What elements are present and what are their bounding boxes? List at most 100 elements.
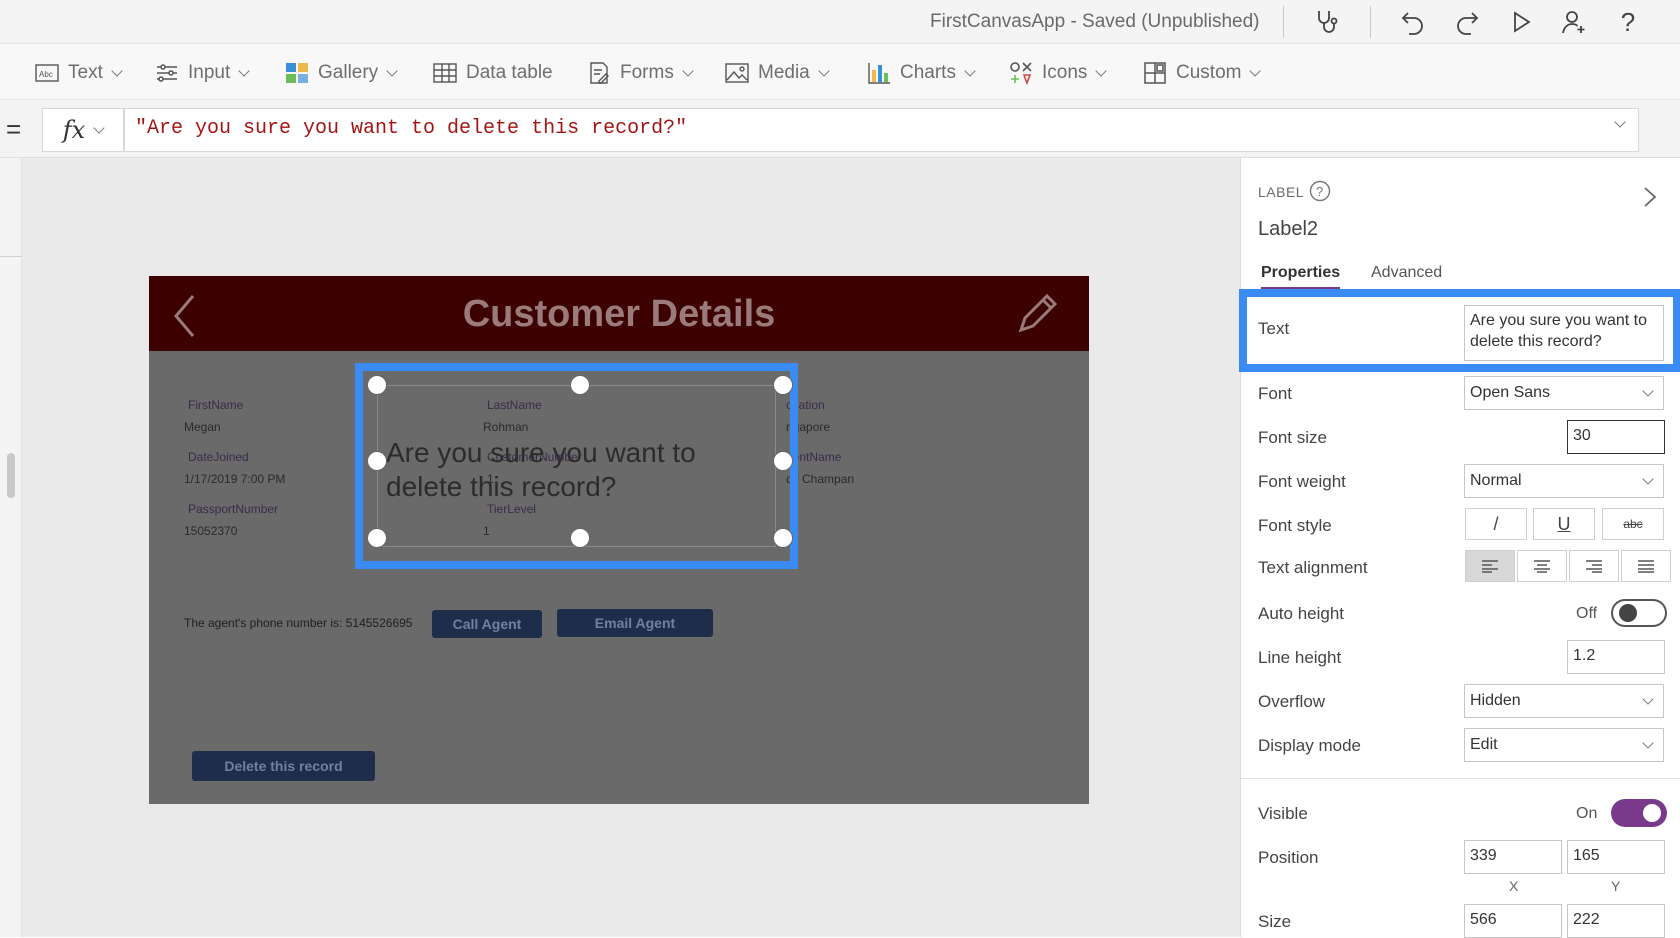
- icons-icon: [1008, 61, 1034, 85]
- display-mode-label: Display mode: [1258, 736, 1361, 755]
- title-separator: [1283, 6, 1284, 38]
- formula-bar: = fx "Are you sure you want to delete th…: [0, 100, 1680, 158]
- font-style-label: Font style: [1258, 516, 1332, 535]
- chevron-down-icon: [1249, 64, 1262, 77]
- position-x-input[interactable]: 339: [1464, 840, 1562, 874]
- toolbar-item-label: Forms: [620, 62, 674, 83]
- font-dropdown[interactable]: Open Sans: [1464, 376, 1664, 410]
- control-name[interactable]: Label2: [1258, 218, 1318, 241]
- toolbar-item-label: Icons: [1042, 62, 1088, 83]
- auto-height-toggle[interactable]: [1611, 599, 1667, 627]
- tab-properties[interactable]: Properties: [1261, 264, 1341, 290]
- resize-handle[interactable]: [367, 528, 387, 548]
- control-type: LABEL: [1258, 184, 1305, 200]
- share-user-icon[interactable]: [1556, 4, 1592, 40]
- formula-input[interactable]: "Are you sure you want to delete this re…: [124, 108, 1639, 152]
- chevron-down-icon: [93, 121, 105, 134]
- align-center-icon: [1534, 560, 1550, 573]
- toolbar-item-label: Text: [68, 62, 103, 83]
- align-right-icon: [1586, 560, 1602, 573]
- overflow-dropdown[interactable]: Hidden: [1464, 684, 1664, 718]
- left-rail: [0, 158, 22, 937]
- font-weight-dropdown[interactable]: Normal: [1464, 464, 1664, 498]
- align-justify-icon: [1638, 560, 1654, 573]
- email-agent-button[interactable]: Email Agent: [557, 609, 713, 637]
- chevron-down-icon: [1642, 384, 1654, 397]
- datejoined-value: 1/17/2019 7:00 PM: [184, 472, 286, 486]
- toolbar-text-button[interactable]: Abc Text: [34, 58, 123, 88]
- size-width-input[interactable]: 566: [1464, 904, 1562, 938]
- chevron-down-icon: [964, 64, 976, 77]
- resize-handle[interactable]: [773, 451, 793, 471]
- resize-handle[interactable]: [367, 451, 387, 471]
- resize-handle[interactable]: [570, 375, 590, 395]
- play-icon[interactable]: [1503, 4, 1539, 40]
- font-weight-value: Normal: [1470, 472, 1522, 489]
- undo-icon[interactable]: [1395, 4, 1431, 40]
- toolbar-data-table-button[interactable]: Data table: [432, 58, 553, 88]
- resize-handle[interactable]: [773, 375, 793, 395]
- forms-icon: [586, 61, 612, 85]
- fx-button[interactable]: fx: [42, 108, 124, 152]
- resize-handle[interactable]: [367, 375, 387, 395]
- chevron-down-icon[interactable]: [1614, 116, 1626, 128]
- redo-icon[interactable]: [1449, 4, 1485, 40]
- position-y-input[interactable]: 165: [1567, 840, 1665, 874]
- font-value: Open Sans: [1470, 384, 1551, 401]
- position-label: Position: [1258, 848, 1319, 867]
- svg-text:Abc: Abc: [39, 70, 53, 79]
- line-height-label: Line height: [1258, 648, 1342, 667]
- y-axis-label: Y: [1611, 878, 1621, 894]
- delete-record-button[interactable]: Delete this record: [192, 751, 375, 781]
- toggle-knob: [1619, 604, 1637, 622]
- help-icon[interactable]: ?: [1610, 4, 1646, 40]
- help-circle-icon[interactable]: ?: [1309, 180, 1331, 207]
- align-left-icon: [1482, 560, 1498, 573]
- toolbar-item-label: Custom: [1176, 62, 1242, 83]
- text-abc-icon: Abc: [34, 61, 60, 85]
- align-center-button[interactable]: [1517, 550, 1567, 582]
- firstname-label: FirstName: [188, 398, 244, 412]
- media-image-icon: [724, 61, 750, 85]
- toolbar-custom-button[interactable]: Custom: [1142, 58, 1262, 88]
- italic-button[interactable]: /: [1465, 508, 1527, 540]
- resize-handle[interactable]: [773, 528, 793, 548]
- italic-icon: /: [1493, 513, 1499, 534]
- screen-title: Customer Details: [462, 293, 776, 335]
- toolbar-charts-button[interactable]: Charts: [866, 58, 976, 88]
- strikethrough-button[interactable]: abc: [1602, 508, 1664, 540]
- display-mode-dropdown[interactable]: Edit: [1464, 728, 1664, 762]
- font-size-input[interactable]: 30: [1567, 420, 1665, 454]
- line-height-input[interactable]: 1.2: [1567, 640, 1665, 674]
- auto-height-label: Auto height: [1258, 604, 1345, 623]
- rail-scrollbar[interactable]: [7, 453, 15, 498]
- agent-phone-text: The agent's phone number is: 5145526695: [184, 616, 413, 630]
- underline-button[interactable]: U: [1533, 508, 1595, 540]
- chevron-down-icon: [1642, 692, 1654, 705]
- size-height-input[interactable]: 222: [1567, 904, 1665, 938]
- call-agent-button[interactable]: Call Agent: [432, 610, 542, 638]
- toolbar-input-button[interactable]: Input: [154, 58, 250, 88]
- text-alignment-label: Text alignment: [1258, 558, 1368, 577]
- toolbar-icons-button[interactable]: Icons: [1008, 58, 1108, 88]
- toolbar-media-button[interactable]: Media: [724, 58, 830, 88]
- formula-text: "Are you sure you want to delete this re…: [135, 117, 688, 140]
- align-justify-button[interactable]: [1621, 550, 1671, 582]
- toolbar-gallery-button[interactable]: Gallery: [284, 58, 398, 88]
- tab-advanced[interactable]: Advanced: [1371, 264, 1442, 282]
- fx-icon: fx: [62, 116, 86, 144]
- property-selector[interactable]: =: [6, 114, 21, 145]
- edit-pencil-icon[interactable]: [1015, 292, 1059, 341]
- align-right-button[interactable]: [1569, 550, 1619, 582]
- canvas-area: Customer Details FirstName Megan LastNam…: [0, 158, 1240, 937]
- chevron-down-icon: [111, 64, 123, 77]
- custom-icon: [1142, 61, 1168, 85]
- stethoscope-icon[interactable]: [1308, 4, 1344, 40]
- toolbar-forms-button[interactable]: Forms: [586, 58, 694, 88]
- visible-toggle[interactable]: [1611, 799, 1667, 827]
- resize-handle[interactable]: [570, 528, 590, 548]
- chevron-right-icon[interactable]: [1643, 186, 1657, 213]
- selection-highlight: [355, 363, 798, 569]
- toolbar-item-label: Gallery: [318, 62, 379, 83]
- align-left-button[interactable]: [1465, 550, 1515, 582]
